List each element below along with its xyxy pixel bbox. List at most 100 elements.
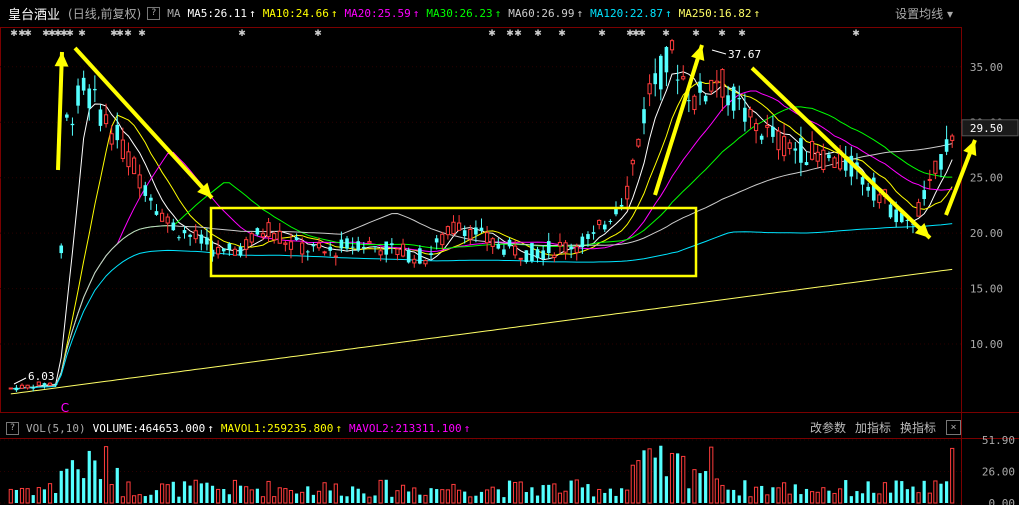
change-params-button[interactable]: 改参数 [810, 419, 846, 436]
candle-body [608, 220, 613, 222]
volume-bar [238, 485, 243, 503]
candle-body [557, 241, 563, 247]
candle-body [339, 239, 344, 249]
volume-bar [832, 492, 837, 504]
volume-bar [647, 448, 652, 504]
info-marker-icon: ✱ [598, 29, 606, 39]
candle-body [530, 243, 534, 262]
low-pointer [13, 377, 27, 385]
volume-bar [47, 483, 53, 504]
help-icon[interactable]: ? [147, 6, 161, 20]
volume-bar [619, 488, 624, 503]
candle-body [53, 383, 58, 385]
candle-body [636, 138, 641, 147]
volume-bar [65, 468, 69, 503]
candle-body [731, 86, 736, 111]
volume-bar [681, 455, 686, 504]
info-marker-icon: ✱ [138, 29, 146, 39]
ma-value-0: MA5:26.11 ↑ [187, 6, 256, 20]
candle-body [154, 211, 159, 215]
volume-bar [333, 483, 338, 504]
candle-body [827, 154, 831, 159]
up-arrow-icon: ↑ [249, 6, 256, 20]
candle-body [87, 88, 92, 109]
ma-settings-button[interactable]: 设置均线 ▾ [895, 5, 953, 22]
volume-bar [109, 484, 114, 504]
volume-bar [159, 483, 165, 504]
vol-tick-label: 26.00 [982, 465, 1015, 478]
volume-bar [597, 488, 602, 504]
volume-bar [222, 489, 226, 503]
price-tick-label: 35.00 [970, 61, 1003, 74]
info-marker-icon: ✱ [116, 29, 124, 39]
volume-bar [687, 488, 691, 503]
volume-bar [345, 496, 349, 503]
volume-bar [390, 496, 394, 503]
volume-bar [25, 488, 30, 504]
volume-bar [552, 483, 557, 504]
candle-body [552, 254, 557, 258]
volume-bar [103, 446, 109, 504]
candle-body [126, 151, 131, 168]
volume-bar [19, 487, 25, 504]
stock-name[interactable]: 皇台酒业 [8, 4, 60, 23]
up-arrow-icon: ↑ [412, 6, 420, 20]
volume-bar [844, 480, 848, 503]
up-arrow-annotation [54, 51, 69, 171]
volume-bar [490, 486, 495, 504]
volume-bar [669, 452, 675, 504]
ma-values: MA5:26.11 ↑ MA10:24.66 ↑ MA20:25.59 ↑ MA30:26.… [180, 7, 760, 20]
candle-body [799, 138, 803, 163]
vol-value-1: MAVOL1:259235.800 ↑ [220, 421, 343, 435]
up-arrow-icon: ↑ [494, 6, 502, 20]
volume-bar [563, 490, 568, 504]
candle-body [776, 130, 781, 151]
volume-bar [557, 492, 563, 504]
candle-body [815, 151, 820, 162]
help-icon[interactable]: ? [6, 421, 19, 435]
candle-body [507, 239, 512, 247]
volume-bar [351, 486, 355, 503]
volume-bar [227, 494, 231, 503]
close-icon[interactable]: × [946, 420, 961, 435]
candle-body [418, 248, 422, 264]
volume-bar [59, 470, 63, 503]
volume-bar [429, 488, 433, 503]
volume-bar [14, 489, 19, 503]
candle-body [586, 234, 590, 239]
volume-bar [115, 467, 119, 503]
info-marker-icon: ✱ [24, 29, 32, 39]
volume-bar [574, 479, 579, 504]
candle-body [272, 233, 277, 241]
candle-body [149, 197, 153, 201]
add-indicator-button[interactable]: 加指标 [855, 419, 891, 436]
volume-bar [362, 493, 366, 503]
volume-bar [877, 493, 882, 504]
candle-body [647, 83, 652, 95]
candle-body [563, 242, 568, 253]
volume-bar [866, 481, 870, 503]
candle-body [513, 245, 518, 256]
volume-bar [591, 496, 596, 503]
volume-bar [922, 480, 926, 503]
volume-bar [507, 480, 512, 503]
volume-bar [888, 492, 893, 503]
info-marker-icon: ✱ [514, 29, 522, 39]
volume-bar [636, 460, 641, 504]
volume-bar [31, 495, 35, 503]
candle-body [232, 248, 238, 256]
candle-body [877, 194, 882, 204]
volume-bar [171, 481, 175, 503]
candle-body [950, 135, 955, 141]
volume-bar [76, 469, 80, 503]
candle-body [171, 222, 176, 231]
info-marker-icon: ✱ [78, 29, 86, 39]
candle-body [748, 108, 753, 118]
switch-indicator-button[interactable]: 换指标 [900, 419, 936, 436]
ma-value-1: MA10:24.66 ↑ [262, 6, 338, 20]
candle-body [591, 232, 596, 234]
candle-body [597, 219, 602, 226]
volume-bar [911, 486, 915, 503]
volume-bar [306, 486, 310, 503]
candle-body [720, 69, 725, 98]
